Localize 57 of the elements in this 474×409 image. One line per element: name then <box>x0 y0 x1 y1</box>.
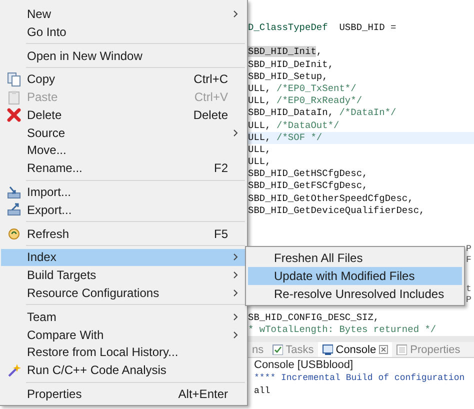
tasks-icon <box>272 344 283 356</box>
menu-item[interactable]: Build Targets <box>1 266 246 284</box>
code-line: SBD_HID_GetHSCfgDesc, <box>248 168 368 180</box>
code-line: ULL, /*EP0_RxReady*/ <box>248 95 362 108</box>
menu-item[interactable]: New <box>1 5 246 23</box>
console-icon <box>322 344 333 356</box>
code-fragment: P <box>466 244 472 255</box>
menu-item[interactable]: Rename... F2 <box>1 159 246 178</box>
code-line: SBD_HID_GetDeviceQualifierDesc, <box>248 204 425 217</box>
submenu-item[interactable]: Re-resolve Unresolved Includes <box>248 285 462 303</box>
menu-item[interactable]: Export... <box>1 200 246 219</box>
menu-item[interactable]: Move... <box>1 142 246 160</box>
code-line: SBD_HID_DeInit, <box>248 58 334 71</box>
copy-icon <box>7 72 21 87</box>
delete-icon <box>7 107 21 122</box>
export-icon <box>7 202 21 218</box>
code-line: ULL, /*SOF */ <box>248 132 322 144</box>
code-line: ULL, <box>248 144 271 156</box>
code-line: SBD_HID_Setup, <box>248 70 328 83</box>
code-fragment: F <box>466 255 472 266</box>
menu-item[interactable]: Delete Delete <box>1 106 246 124</box>
clipboard-icon <box>7 90 21 105</box>
code-line: ULL, /*DataOut*/ <box>248 120 340 132</box>
code-line: SBD_HID_GetFSCfgDesc, <box>248 180 368 193</box>
code-line: D_ClassTypeDef USBD_HID = <box>248 22 396 34</box>
properties-icon <box>396 344 408 356</box>
submenu-item[interactable]: Freshen All Files <box>248 249 462 267</box>
console-line: **** Incremental Build of configuration <box>254 372 466 386</box>
menu-item[interactable]: Compare With <box>1 326 246 344</box>
menu-item[interactable]: Index <box>1 248 246 266</box>
menu-item[interactable]: Properties Alt+Enter <box>1 385 246 403</box>
menu-item[interactable]: Import... <box>1 183 246 201</box>
menu-item[interactable]: Team <box>1 308 246 326</box>
magic-wand-icon <box>7 362 21 378</box>
console-title: Console [USBblood] <box>254 358 354 372</box>
code-fragment: P <box>466 295 472 306</box>
panel-tab[interactable]: Console <box>318 342 392 358</box>
menu-item[interactable]: Source <box>1 124 246 142</box>
menu-item[interactable]: Run C/C++ Code Analysis <box>1 361 246 380</box>
menu-item[interactable]: Go Into <box>1 22 246 41</box>
code-line: SBD_HID_Init, <box>248 46 322 59</box>
menu-item[interactable]: Resource Configurations <box>1 284 246 302</box>
menu-item[interactable]: Refresh F5 <box>1 224 246 243</box>
code-line: SB_HID_CONFIG_DESC_SIZ, <box>248 312 380 324</box>
console-line: all <box>254 385 272 398</box>
import-icon <box>7 184 21 200</box>
code-line: ULL, <box>248 156 271 168</box>
code-line: SBD_HID_GetOtherSpeedCfgDesc, <box>248 192 414 205</box>
code-line: SBD_HID_DataIn, /*DataIn*/ <box>248 107 396 120</box>
code-line: * wTotalLength: Bytes returned */ <box>248 324 436 336</box>
menu-item[interactable]: Open in New Window <box>1 46 246 64</box>
refresh-icon <box>7 226 21 242</box>
menu-item[interactable]: Restore from Local History... <box>1 344 246 362</box>
code-line: ULL, /*EP0_TxSent*/ <box>248 82 356 96</box>
menu-item[interactable]: Copy Ctrl+C <box>1 70 246 88</box>
submenu-item[interactable]: Update with Modified Files <box>248 267 462 285</box>
code-fragment: t <box>466 284 472 295</box>
